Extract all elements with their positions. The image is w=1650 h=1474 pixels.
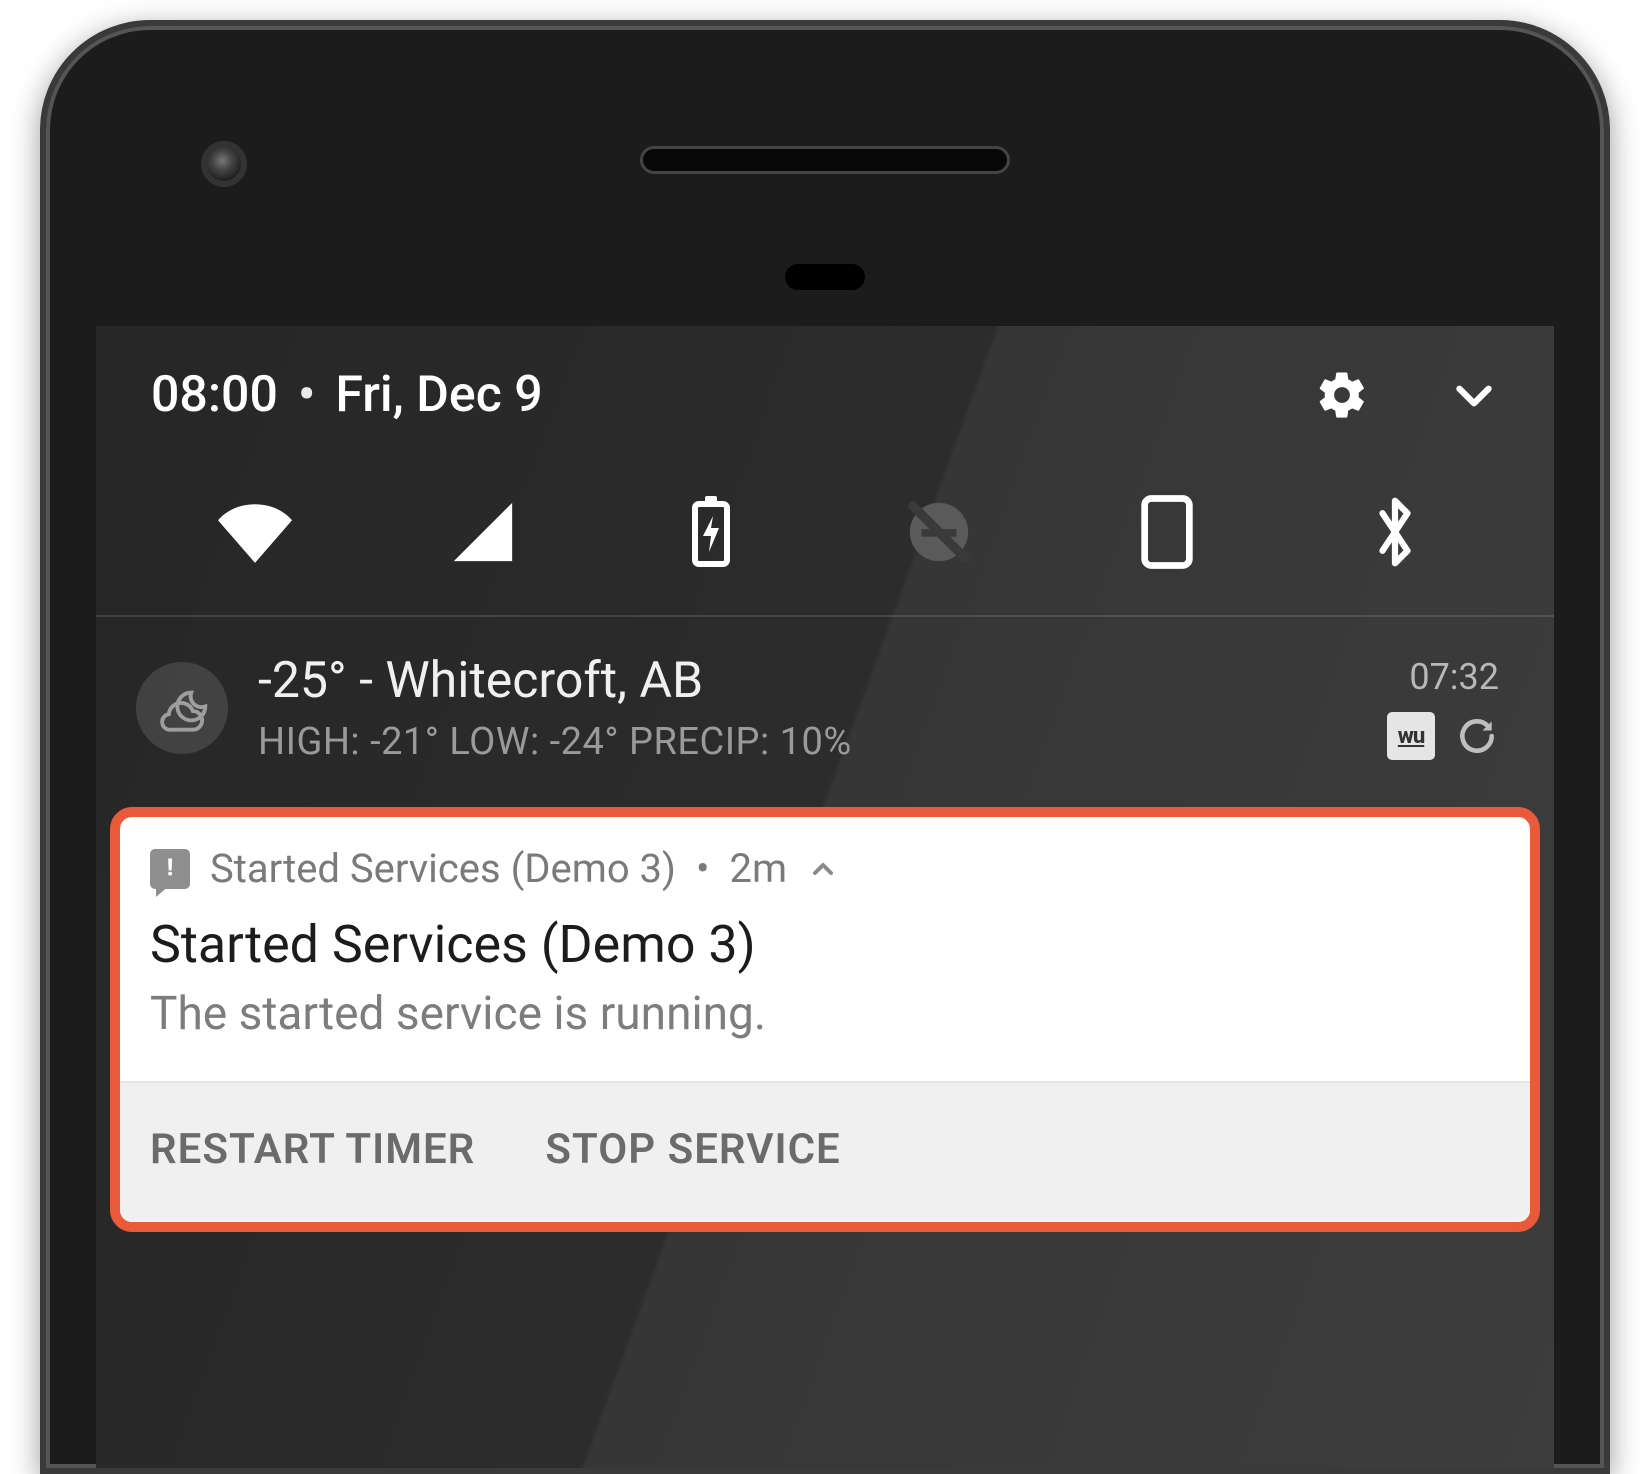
- battery-toggle[interactable]: [607, 494, 815, 570]
- notification-header[interactable]: ! Started Services (Demo 3) • 2m: [120, 817, 1530, 904]
- cellular-icon: [448, 497, 518, 567]
- earpiece-speaker: [640, 146, 1010, 174]
- notification-meta: Started Services (Demo 3) • 2m: [210, 845, 839, 892]
- notification-text: The started service is running.: [150, 987, 1500, 1041]
- notification-body[interactable]: Started Services (Demo 3) The started se…: [120, 904, 1530, 1081]
- notification-actions: RESTART TIMER STOP SERVICE: [120, 1081, 1530, 1222]
- quick-settings-header: 08:00 • Fri, Dec 9: [96, 326, 1554, 454]
- notification-age: 2m: [729, 845, 787, 892]
- phone-frame: 08:00 • Fri, Dec 9: [40, 20, 1610, 1474]
- bluetooth-toggle[interactable]: [1291, 494, 1499, 570]
- cellular-toggle[interactable]: [379, 497, 587, 567]
- weather-title: -25° - Whitecroft, AB: [258, 652, 1357, 710]
- night-cloudy-icon: [151, 682, 213, 734]
- restart-timer-button[interactable]: RESTART TIMER: [150, 1125, 475, 1174]
- refresh-icon[interactable]: [1455, 714, 1499, 758]
- qs-date: Fri, Dec 9: [335, 366, 542, 424]
- wifi-icon: [218, 495, 292, 569]
- portrait-orientation-icon: [1140, 494, 1194, 570]
- qs-dot: •: [298, 366, 315, 424]
- side-button-volume: [1604, 766, 1610, 986]
- gear-icon[interactable]: [1315, 368, 1369, 422]
- do-not-disturb-off-icon: [904, 497, 974, 567]
- wifi-toggle[interactable]: [151, 495, 359, 569]
- weather-detail: HIGH: -21° LOW: -24° PRECIP: 10%: [258, 720, 1357, 764]
- chevron-up-icon[interactable]: [807, 853, 839, 885]
- app-alert-icon: !: [150, 849, 190, 889]
- weather-source-badge: wu: [1387, 712, 1435, 760]
- bluetooth-icon: [1370, 494, 1420, 570]
- highlighted-notification: ! Started Services (Demo 3) • 2m Started…: [110, 807, 1540, 1232]
- side-button-power: [1604, 1246, 1610, 1474]
- notification-title: Started Services (Demo 3): [150, 914, 1500, 975]
- quick-settings-toggles: [96, 454, 1554, 615]
- notification-app-label: Started Services (Demo 3): [210, 845, 676, 892]
- qs-time: 08:00: [151, 366, 278, 424]
- weather-main: -25° - Whitecroft, AB HIGH: -21° LOW: -2…: [258, 652, 1357, 764]
- weather-notification[interactable]: -25° - Whitecroft, AB HIGH: -21° LOW: -2…: [96, 617, 1554, 799]
- proximity-sensor: [785, 264, 865, 290]
- battery-charging-icon: [687, 494, 735, 570]
- screen: 08:00 • Fri, Dec 9: [96, 326, 1554, 1468]
- dnd-toggle[interactable]: [835, 497, 1043, 567]
- chevron-down-icon[interactable]: [1449, 370, 1499, 420]
- weather-right: 07:32 wu: [1387, 656, 1499, 760]
- datetime[interactable]: 08:00 • Fri, Dec 9: [151, 366, 543, 424]
- front-camera: [201, 141, 247, 187]
- weather-icon-circle: [136, 662, 228, 754]
- stop-service-button[interactable]: STOP SERVICE: [545, 1125, 840, 1174]
- orientation-toggle[interactable]: [1063, 494, 1271, 570]
- weather-time: 07:32: [1409, 656, 1499, 698]
